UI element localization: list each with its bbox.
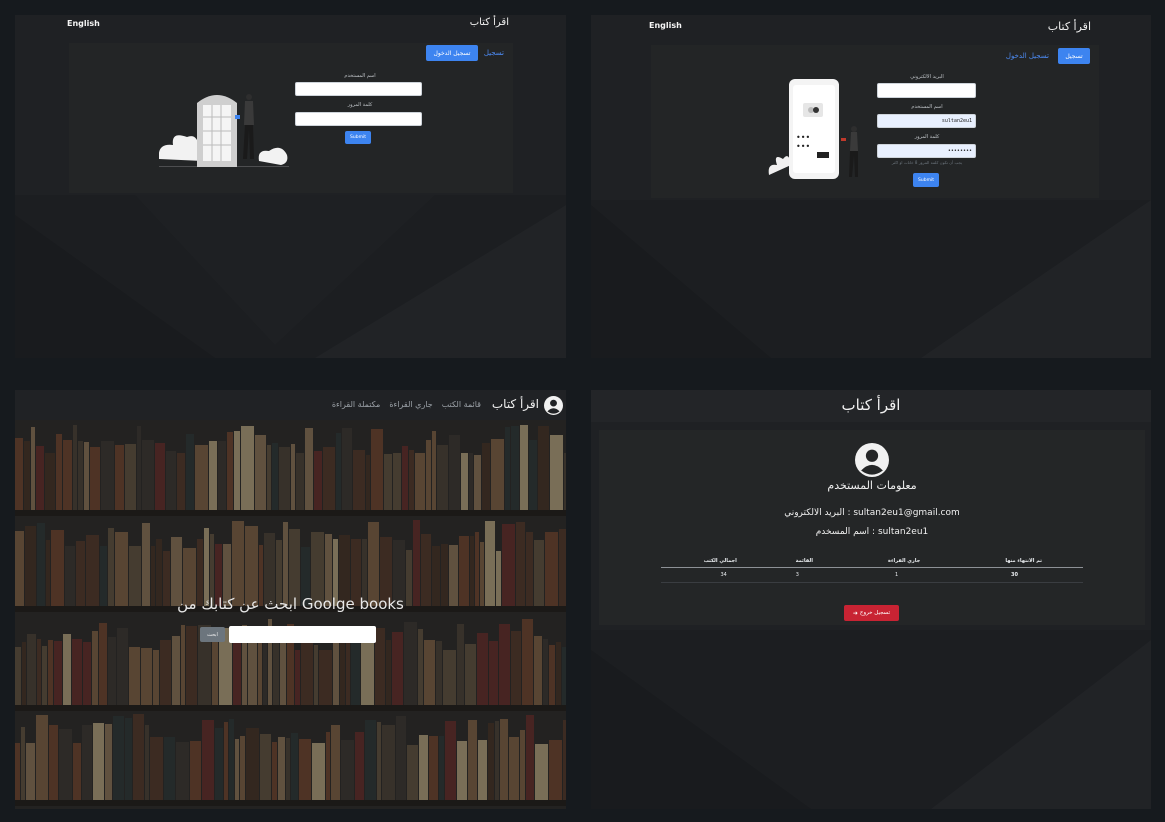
profile-title: معلومات المستخدم: [827, 479, 917, 492]
profile-username: اسم المسخدم : sultan2eu1: [815, 527, 929, 537]
value-total: 34: [720, 572, 727, 578]
login-tab-button[interactable]: تسجيل الدخول: [426, 45, 478, 61]
login-password-label: كلمة المرور: [347, 102, 373, 108]
login-card: تسجيل الدخول تسجيل اسم المستخدم كلمة الم…: [69, 43, 513, 193]
signup-panel: English اقرأ كتاب تسجيل تسجيل الدخول •••…: [591, 15, 1151, 358]
header-total: اجمالي الكتب: [703, 558, 737, 564]
user-circle-icon: [855, 443, 889, 477]
header-reading: جاري القراءة: [888, 558, 921, 564]
login-username-label: اسم المستخدم: [344, 73, 376, 79]
signup-password-label: كلمة المرور: [914, 134, 940, 140]
navbar: English اقرأ كتاب: [15, 15, 566, 35]
phone-illustration: ••• •••: [768, 79, 858, 179]
signup-username-input[interactable]: sultan2eu1: [877, 114, 976, 128]
login-tab-link[interactable]: تسجيل الدخول: [1006, 52, 1049, 60]
nav-link-book-list[interactable]: قائمة الكتب: [442, 400, 481, 409]
table-row: 30 1 3 34: [661, 568, 1083, 583]
login-username-input[interactable]: [295, 82, 422, 96]
svg-text:•••: •••: [796, 133, 810, 142]
email-label: البريد الالكتروني: [910, 74, 944, 80]
nav-link-currently-reading[interactable]: جاري القراءة: [389, 400, 432, 409]
signup-password-input[interactable]: ••••••••: [877, 144, 976, 158]
profile-email: البريد الالكتروني : sultan2eu1@gmail.com: [784, 508, 960, 518]
signup-submit-button[interactable]: Submit: [913, 173, 939, 187]
nav-links: قائمة الكتب جاري القراءة مكتملة القراءة: [323, 400, 481, 409]
signup-card: تسجيل تسجيل الدخول ••• ••• البريد الالكت…: [651, 45, 1099, 198]
register-tab-link[interactable]: تسجيل: [484, 49, 504, 57]
search-button[interactable]: ابحث: [200, 627, 225, 642]
language-link[interactable]: English: [67, 19, 100, 28]
language-link[interactable]: English: [649, 21, 682, 30]
register-tab-button[interactable]: تسجيل: [1058, 48, 1090, 64]
nav-link-completed[interactable]: مكتملة القراءة: [332, 400, 381, 409]
brand-title[interactable]: اقرأ كتاب: [492, 397, 539, 411]
brand-title[interactable]: اقرأ كتاب: [591, 396, 1151, 414]
search-navbar: [15, 390, 566, 420]
search-input[interactable]: [229, 626, 376, 643]
profile-panel: اقرأ كتاب معلومات المستخدم البريد الالكت…: [591, 390, 1151, 809]
logout-label: تسجيل خروج: [859, 610, 891, 616]
password-hint: يجب أن تكون كلمة المرور 8 خانات او اكثر: [891, 160, 963, 165]
brand-title[interactable]: اقرأ كتاب: [470, 17, 509, 28]
email-input[interactable]: [877, 83, 976, 98]
stats-table: تم الانتهاء منها جاري القراءة القائمة اج…: [661, 555, 1083, 583]
svg-text:•••: •••: [796, 142, 810, 151]
header-completed: تم الانتهاء منها: [1005, 558, 1042, 564]
search-panel: اقرأ كتاب قائمة الكتب جاري القراءة مكتمل…: [15, 390, 566, 809]
logout-icon: ➜: [852, 609, 858, 617]
table-header-row: تم الانتهاء منها جاري القراءة القائمة اج…: [661, 555, 1083, 568]
navbar: English اقرأ كتاب: [591, 15, 1151, 39]
bookshelf-background: [15, 420, 566, 809]
header-list: القائمة: [795, 558, 813, 564]
signup-username-label: اسم المستخدم: [911, 104, 943, 110]
value-list: 3: [795, 572, 799, 578]
value-reading: 1: [895, 572, 899, 578]
brand-title[interactable]: اقرأ كتاب: [1048, 20, 1091, 33]
login-submit-button[interactable]: Submit: [345, 131, 371, 144]
user-circle-icon[interactable]: [544, 396, 563, 415]
value-completed: 30: [1011, 572, 1018, 578]
logout-button[interactable]: ➜ تسجيل خروج: [844, 605, 899, 621]
login-panel: English اقرأ كتاب تسجيل الدخول تسجيل اسم…: [15, 15, 566, 358]
login-password-input[interactable]: [295, 112, 422, 126]
search-heading: ابحث عن كتابك من Goolge books: [177, 595, 404, 613]
door-illustration: [159, 94, 289, 167]
profile-card: معلومات المستخدم البريد الالكتروني : sul…: [599, 430, 1145, 625]
